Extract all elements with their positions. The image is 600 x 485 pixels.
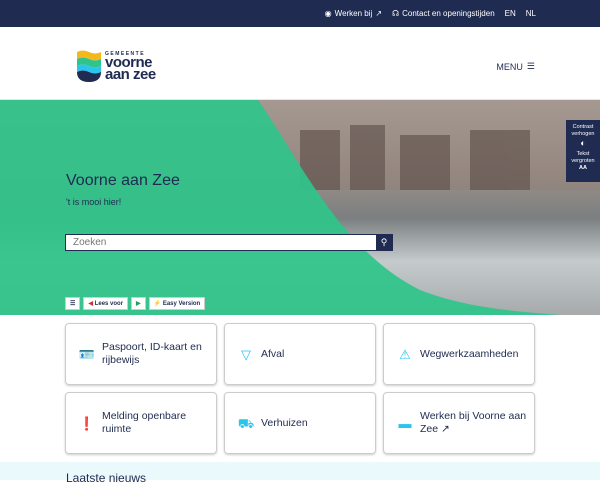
speaker-icon: ◀ [88,301,94,307]
play-icon: ▶ [136,301,141,307]
accessibility-panel: Contrast verhogen ◐ Tekst vergroten AA [566,120,600,182]
news-title: Laatste nieuws [66,471,147,485]
text-size-icon: AA [579,165,587,171]
tiles-grid: 🪪 Paspoort, ID-kaart en rijbewijs ▽ Afval … [65,323,535,454]
lightning-icon: ⚡ [153,301,162,307]
contact-link[interactable]: ☊ Contact en openingstijden [392,9,495,18]
logo-shield-icon [77,50,101,82]
text-size-button[interactable]: Tekst vergroten AA [566,151,600,172]
lang-en[interactable]: EN [505,9,516,18]
hero-subtitle: 't is mooi hier! [66,197,122,207]
werken-bij-link[interactable]: ◉ Werken bij ↗ [325,9,382,18]
search-button[interactable]: ⚲ [376,235,392,250]
logo[interactable]: GEMEENTE voorne aan zee [77,49,156,82]
search-input[interactable] [66,235,376,250]
search-bar: ⚲ [65,234,393,251]
external-link-icon: ↗ [375,9,383,18]
id-card-icon: 🪪 [78,346,96,362]
readspeaker-menu-button[interactable]: ☰ [65,297,81,310]
report-icon: ❗ [78,415,96,431]
menu-button[interactable]: MENU ☰ [496,61,535,72]
tile-melding[interactable]: ❗ Melding openbare ruimte [65,392,217,454]
tile-werken-bij[interactable]: ▬ Werken bij Voorne aan Zee ↗ [383,392,535,454]
lees-voor-button[interactable]: ◀ Lees voor [83,297,129,310]
headset-icon: ☊ [392,9,400,18]
lang-nl[interactable]: NL [526,9,536,18]
hero-title: Voorne aan Zee [66,172,180,189]
briefcase-icon: ▬ [398,415,412,431]
menu-icon: ☰ [70,301,76,307]
readspeaker-toolbar: ☰ ◀ Lees voor ▶ ⚡ Easy Version [65,297,206,310]
tile-afval[interactable]: ▽ Afval [224,323,376,385]
hero: Voorne aan Zee 't is mooi hier! [0,100,600,315]
play-button[interactable]: ▶ [131,297,146,310]
contrast-icon: ◐ [580,138,586,148]
tile-wegwerkzaamheden[interactable]: ⚠ Wegwerkzaamheden [383,323,535,385]
tile-verhuizen[interactable]: ⛟ Verhuizen [224,392,376,454]
hero-background [0,100,600,315]
easy-version-button[interactable]: ⚡ Easy Version [148,297,206,310]
search-icon: ⚲ [380,237,388,247]
hamburger-icon: ☰ [526,61,535,71]
target-icon: ◉ [324,9,332,18]
tile-paspoort[interactable]: 🪪 Paspoort, ID-kaart en rijbewijs [65,323,217,385]
contrast-button[interactable]: Contrast verhogen ◐ [566,124,600,148]
top-bar: ◉ Werken bij ↗ ☊ Contact en openingstijden … [0,0,600,27]
bin-icon: ▽ [241,346,251,362]
roadwork-icon: ⚠ [399,346,411,362]
external-link-icon: ↗ [441,423,450,435]
truck-icon: ⛟ [237,415,255,431]
news-section: Laatste nieuws [0,462,600,485]
